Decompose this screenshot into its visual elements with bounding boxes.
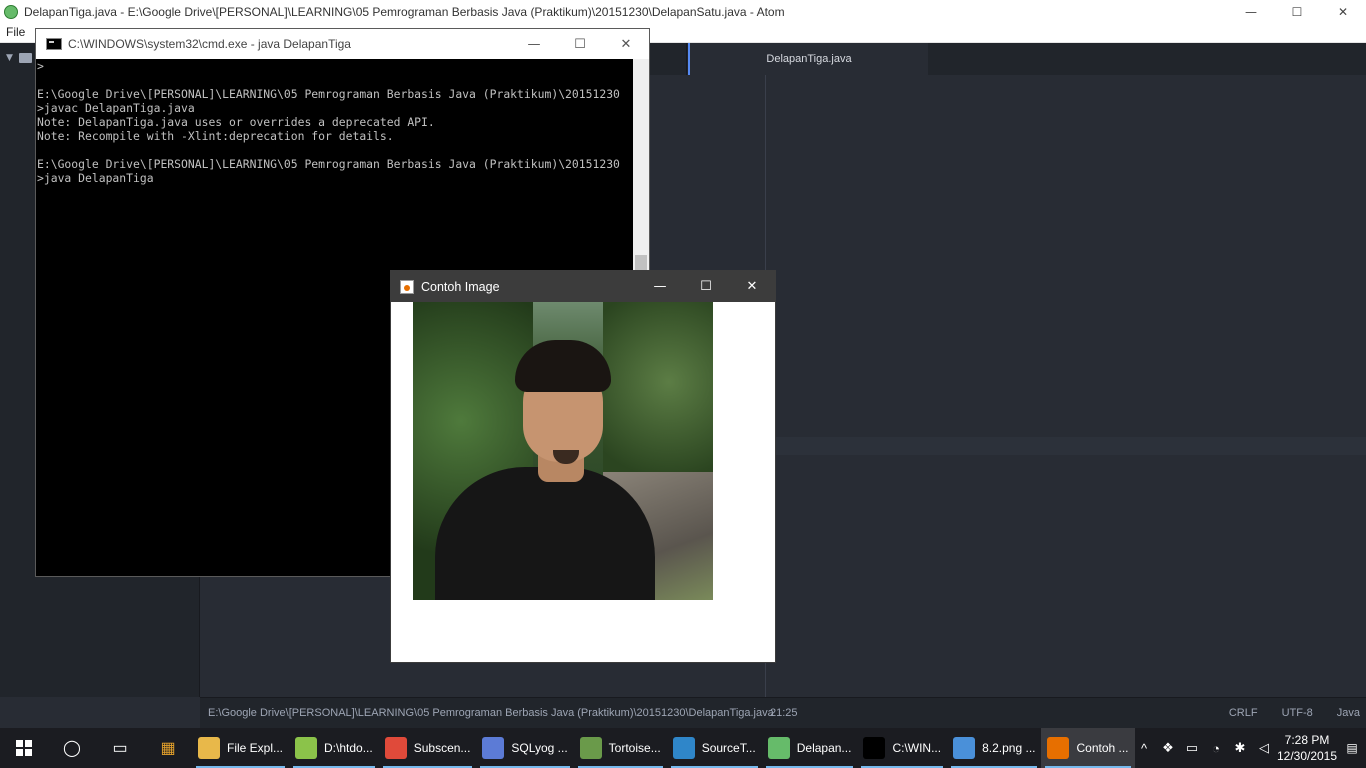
- cmd-icon: [863, 737, 886, 759]
- cmd-window-controls: — ☐ ✕: [511, 29, 649, 59]
- folder-icon: [18, 53, 32, 63]
- console-line: >java DelapanTiga: [37, 171, 154, 185]
- notepad-plus-icon: [295, 737, 318, 759]
- atom-close-button[interactable]: ✕: [1320, 0, 1366, 23]
- java-window-controls: — ☐ ✕: [637, 271, 775, 302]
- store-icon[interactable]: ▦: [144, 728, 192, 768]
- console-line: Note: DelapanTiga.java uses or overrides…: [37, 115, 435, 129]
- taskbar-app-button[interactable]: Contoh ...: [1041, 728, 1135, 768]
- atom-titlebar: DelapanTiga.java - E:\Google Drive\[PERS…: [0, 0, 1366, 23]
- java-image-window: Contoh Image — ☐ ✕: [390, 270, 776, 663]
- start-button[interactable]: [0, 728, 48, 768]
- windows-logo-icon: [16, 740, 32, 756]
- console-line: E:\Google Drive\[PERSONAL]\LEARNING\05 P…: [37, 157, 620, 171]
- status-cursor-position[interactable]: 21:25: [770, 707, 798, 719]
- clock-time: 7:28 PM: [1284, 733, 1330, 747]
- taskbar-app-label: Tortoise...: [608, 741, 661, 755]
- taskbar-app-button[interactable]: Subscen...: [379, 728, 477, 768]
- cmd-window-title: C:\WINDOWS\system32\cmd.exe - java Delap…: [68, 37, 351, 51]
- menu-file[interactable]: File: [6, 25, 25, 39]
- taskbar-app-button[interactable]: SourceT...: [667, 728, 762, 768]
- atom-window-controls: — ☐ ✕: [1228, 0, 1366, 23]
- console-line: >: [37, 59, 44, 73]
- taskbar-app-label: C:\WIN...: [892, 741, 942, 755]
- taskbar-app-button[interactable]: Delapan...: [762, 728, 858, 768]
- console-line: Note: Recompile with -Xlint:deprecation …: [37, 129, 394, 143]
- atom-window-title: DelapanTiga.java - E:\Google Drive\[PERS…: [24, 4, 785, 19]
- java-window-title: Contoh Image: [421, 279, 500, 294]
- status-bar: E:\Google Drive\[PERSONAL]\LEARNING\05 P…: [200, 697, 1366, 728]
- taskbar-app-label: SourceT...: [701, 741, 756, 755]
- taskbar-app-label: Subscen...: [413, 741, 471, 755]
- status-grammar[interactable]: Java: [1337, 707, 1360, 719]
- taskbar-app-button[interactable]: 8.2.png ...: [947, 728, 1041, 768]
- java-cup-icon: [400, 279, 414, 294]
- chevron-down-icon: ▼: [6, 53, 13, 63]
- taskbar: ◯ ▭ ▦ File Expl... D:\htdo... Subscen... SQ…: [0, 728, 1366, 768]
- java-content-panel: [391, 302, 775, 662]
- chevron-up-icon[interactable]: ^: [1132, 728, 1156, 768]
- volume-icon[interactable]: ◁: [1252, 728, 1276, 768]
- java-icon: [1047, 737, 1070, 759]
- taskbar-app-button[interactable]: D:\htdo...: [289, 728, 379, 768]
- task-view-icon[interactable]: ▭: [96, 728, 144, 768]
- atom-restore-button[interactable]: ☐: [1274, 0, 1320, 23]
- notification-center-icon[interactable]: ▤: [1338, 728, 1366, 768]
- taskbar-app-label: Delapan...: [796, 741, 852, 755]
- java-titlebar[interactable]: Contoh Image — ☐ ✕: [391, 271, 775, 302]
- taskbar-app-label: 8.2.png ...: [982, 741, 1036, 755]
- tab-delapantiga[interactable]: DelapanTiga.java: [688, 43, 928, 75]
- java-close-button[interactable]: ✕: [729, 271, 775, 302]
- status-right-group: CRLF UTF-8 Java: [1229, 707, 1360, 719]
- portrait-photo: [413, 302, 713, 600]
- battery-icon[interactable]: ▭: [1180, 728, 1204, 768]
- cmd-close-button[interactable]: ✕: [603, 29, 649, 59]
- taskbar-app-label: Contoh ...: [1076, 741, 1129, 755]
- status-encoding[interactable]: UTF-8: [1282, 707, 1313, 719]
- dropbox-icon[interactable]: ❖: [1156, 728, 1180, 768]
- taskbar-app-label: D:\htdo...: [324, 741, 373, 755]
- sqlyog-icon: [482, 737, 505, 759]
- console-line: >javac DelapanTiga.java: [37, 101, 195, 115]
- cmd-maximize-button[interactable]: ☐: [557, 29, 603, 59]
- console-line: E:\Google Drive\[PERSONAL]\LEARNING\05 P…: [37, 87, 620, 101]
- chrome-icon: [384, 737, 407, 759]
- system-tray: ^ ❖ ▭ ◔ ✱ ◁ 7:28 PM 12/30/2015 ▤: [1132, 728, 1366, 768]
- taskbar-app-button[interactable]: Tortoise...: [574, 728, 667, 768]
- taskbar-app-label: SQLyog ...: [511, 741, 568, 755]
- status-file-path[interactable]: E:\Google Drive\[PERSONAL]\LEARNING\05 P…: [208, 707, 774, 719]
- bluetooth-icon[interactable]: ✱: [1228, 728, 1252, 768]
- cmd-window-icon: [46, 38, 62, 50]
- tortoise-icon: [579, 737, 602, 759]
- atom-logo-icon: [4, 4, 18, 19]
- java-maximize-button[interactable]: ☐: [683, 271, 729, 302]
- taskbar-app-label: File Expl...: [227, 741, 284, 755]
- wifi-icon[interactable]: ◔: [1204, 728, 1228, 768]
- atom-icon: [767, 737, 790, 759]
- java-minimize-button[interactable]: —: [637, 271, 683, 302]
- file-explorer-icon: [198, 737, 220, 759]
- status-line-ending[interactable]: CRLF: [1229, 707, 1258, 719]
- clock-date: 12/30/2015: [1276, 749, 1338, 763]
- paint-icon: [953, 737, 976, 759]
- taskbar-app-button[interactable]: SQLyog ...: [476, 728, 573, 768]
- sourcetree-icon: [672, 737, 695, 759]
- taskbar-clock[interactable]: 7:28 PM 12/30/2015: [1276, 732, 1338, 764]
- taskbar-apps: File Expl... D:\htdo... Subscen... SQLyog .…: [192, 728, 1135, 768]
- atom-minimize-button[interactable]: —: [1228, 0, 1274, 23]
- taskbar-app-button[interactable]: C:\WIN...: [857, 728, 947, 768]
- cmd-titlebar[interactable]: C:\WINDOWS\system32\cmd.exe - java Delap…: [36, 29, 649, 59]
- taskbar-app-button[interactable]: File Expl...: [192, 728, 289, 768]
- cmd-minimize-button[interactable]: —: [511, 29, 557, 59]
- cortana-search-icon[interactable]: ◯: [48, 728, 96, 768]
